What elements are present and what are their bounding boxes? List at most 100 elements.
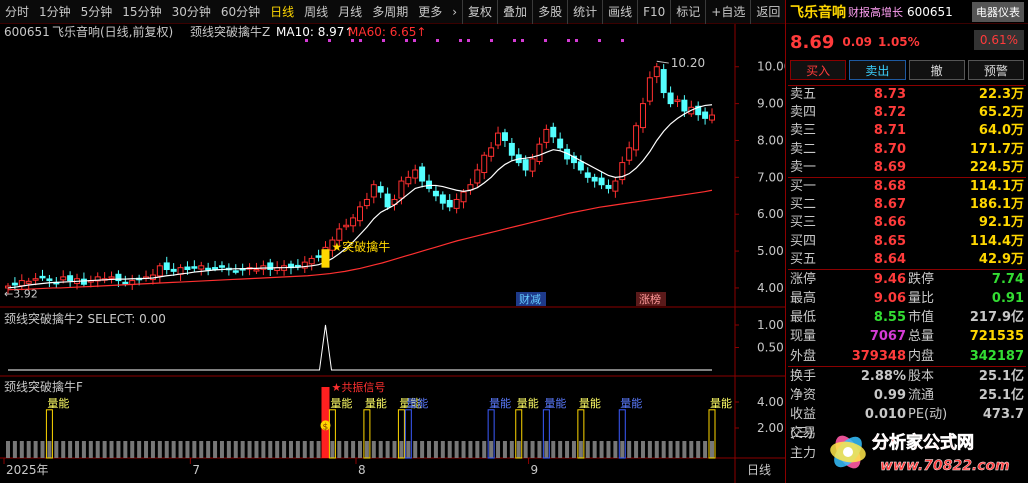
volume-bar xyxy=(47,441,52,458)
period-tab[interactable]: 日线 xyxy=(265,0,299,24)
volume-bar xyxy=(592,441,597,458)
chart-svg[interactable]: 10.00 9.00 8.00 7.00 6.00 5.00 4.00 ★突破擒牛 10.20 ←… xyxy=(0,24,785,483)
volume-bar xyxy=(551,441,556,458)
candle-body xyxy=(446,199,453,208)
period-tab[interactable]: 分时 xyxy=(0,0,34,24)
period-tab[interactable]: 1分钟 xyxy=(34,0,76,24)
period-tab[interactable]: 多周期 xyxy=(367,0,413,24)
candle-body xyxy=(253,269,260,272)
volume-bar xyxy=(689,441,694,458)
volume-bar xyxy=(206,441,211,458)
signal-dot xyxy=(513,39,516,42)
sell-button[interactable]: 卖出 xyxy=(849,60,906,80)
candle-body xyxy=(80,278,87,285)
stat-label: 总量 xyxy=(908,329,935,345)
order-book-row[interactable]: 买二 8.67 186.1万 xyxy=(786,196,1028,214)
order-book-row[interactable]: 买四 8.65 114.4万 xyxy=(786,233,1028,251)
signal-dot xyxy=(621,39,624,42)
order-book-asks: 卖五 8.73 22.3万 卖四 8.72 65.2万 卖三 8.71 64.0万 卖二 8.70 1… xyxy=(786,86,1028,177)
energy-label-blue: 量能 xyxy=(544,396,566,410)
signal-dot xyxy=(436,39,439,42)
level-label: 卖四 xyxy=(790,105,817,121)
period-tab[interactable]: 30分钟 xyxy=(167,0,216,24)
candle-body xyxy=(60,276,67,281)
toolbar-button[interactable]: 复权 xyxy=(462,0,497,24)
stat-label: 最低 xyxy=(790,310,817,326)
order-book-row[interactable]: 买三 8.66 92.1万 xyxy=(786,214,1028,232)
volume-bar xyxy=(406,441,411,458)
order-book-row[interactable]: 买一 8.68 114.1万 xyxy=(786,178,1028,196)
alert-button[interactable]: 预警 xyxy=(967,60,1024,80)
volume-bar xyxy=(627,441,632,458)
level-price: 8.67 xyxy=(873,197,906,213)
volume-bar xyxy=(282,441,287,458)
candle-body xyxy=(474,169,481,184)
buy-button[interactable]: 买入 xyxy=(790,60,847,80)
toolbar-button[interactable]: 画线 xyxy=(602,0,637,24)
period-tab[interactable]: 周线 xyxy=(299,0,333,24)
volume-bar xyxy=(634,441,639,458)
industry-button[interactable]: 电器仪表 xyxy=(972,1,1024,22)
candle-body xyxy=(633,125,640,151)
level-label: 买三 xyxy=(790,215,817,231)
kline-chart[interactable]: 10.00 9.00 8.00 7.00 6.00 5.00 4.00 ★突破擒牛 10.20 ←… xyxy=(0,24,785,483)
max-label: 10.20 xyxy=(671,56,705,70)
period-tab[interactable]: 5分钟 xyxy=(76,0,118,24)
signal-dot xyxy=(413,39,416,42)
stat-label: 现量 xyxy=(790,329,817,345)
period-tabs: 分时 1分钟 5分钟 15分钟 30分钟 60分钟 日线 周线 月线 多周期 更多 › xyxy=(0,0,462,24)
toolbar-button[interactable]: +自选 xyxy=(705,0,750,24)
energy-label: 量能 xyxy=(365,396,387,410)
energy-label-blue: 量能 xyxy=(489,396,511,410)
period-tab[interactable]: 月线 xyxy=(333,0,367,24)
x-tick-label: 9 xyxy=(531,463,539,477)
order-book-row[interactable]: 卖二 8.70 171.7万 xyxy=(786,141,1028,159)
toolbar-button[interactable]: 统计 xyxy=(567,0,602,24)
signal-dot xyxy=(467,39,470,42)
toolbar-button[interactable]: 多股 xyxy=(532,0,567,24)
period-tab[interactable]: 更多 xyxy=(413,0,447,24)
level-volume: 186.1万 xyxy=(969,197,1024,213)
volume-bar xyxy=(544,441,549,458)
volume-bar xyxy=(254,441,259,458)
order-book-row[interactable]: 卖一 8.69 224.5万 xyxy=(786,159,1028,177)
toolbar-button[interactable]: 叠加 xyxy=(497,0,532,24)
stat-label: 市值 xyxy=(908,310,935,326)
price-change: 0.09 xyxy=(842,35,873,49)
volume-bar xyxy=(12,441,17,458)
volume-bar xyxy=(640,441,645,458)
candle-body xyxy=(639,103,646,129)
volume-bar xyxy=(537,441,542,458)
stat-label: 跌停 xyxy=(908,271,935,287)
period-tab[interactable]: 60分钟 xyxy=(216,0,265,24)
toolbar-button[interactable]: 标记 xyxy=(670,0,705,24)
period-tab[interactable]: 15分钟 xyxy=(117,0,166,24)
stat-value: 2.88% xyxy=(860,368,906,384)
period-label: 日线 xyxy=(747,463,771,477)
candle-body xyxy=(343,224,350,228)
volume-bar xyxy=(19,441,24,458)
order-book-row[interactable]: 卖五 8.73 22.3万 xyxy=(786,86,1028,104)
coin-label: $ xyxy=(322,422,328,432)
order-book-row[interactable]: 买五 8.64 42.9万 xyxy=(786,251,1028,269)
volume-bar xyxy=(150,441,155,458)
signal-dot xyxy=(459,39,462,42)
quote-header: 飞乐音响 财报高增长 600651 电器仪表 xyxy=(786,0,1028,24)
chevron-right-icon[interactable]: › xyxy=(447,0,462,24)
candle-body xyxy=(163,262,170,271)
volume-bar xyxy=(144,441,149,458)
signal-bar xyxy=(321,249,330,268)
cancel-button[interactable]: 撤 xyxy=(908,60,965,80)
order-book-row[interactable]: 卖四 8.72 65.2万 xyxy=(786,104,1028,122)
candle-body xyxy=(11,282,18,286)
signal-dot xyxy=(490,39,493,42)
volume-bar xyxy=(433,441,438,458)
volume-bar xyxy=(461,441,466,458)
order-book-row[interactable]: 卖三 8.71 64.0万 xyxy=(786,122,1028,140)
toolbar-button[interactable]: F10 xyxy=(637,0,670,24)
stat-label: 外盘 xyxy=(790,348,817,364)
volume-bar xyxy=(185,441,190,458)
stat-value: 217.9亿 xyxy=(969,310,1024,326)
toolbar-button[interactable]: 返回 xyxy=(750,0,785,24)
candle-body xyxy=(501,132,508,141)
